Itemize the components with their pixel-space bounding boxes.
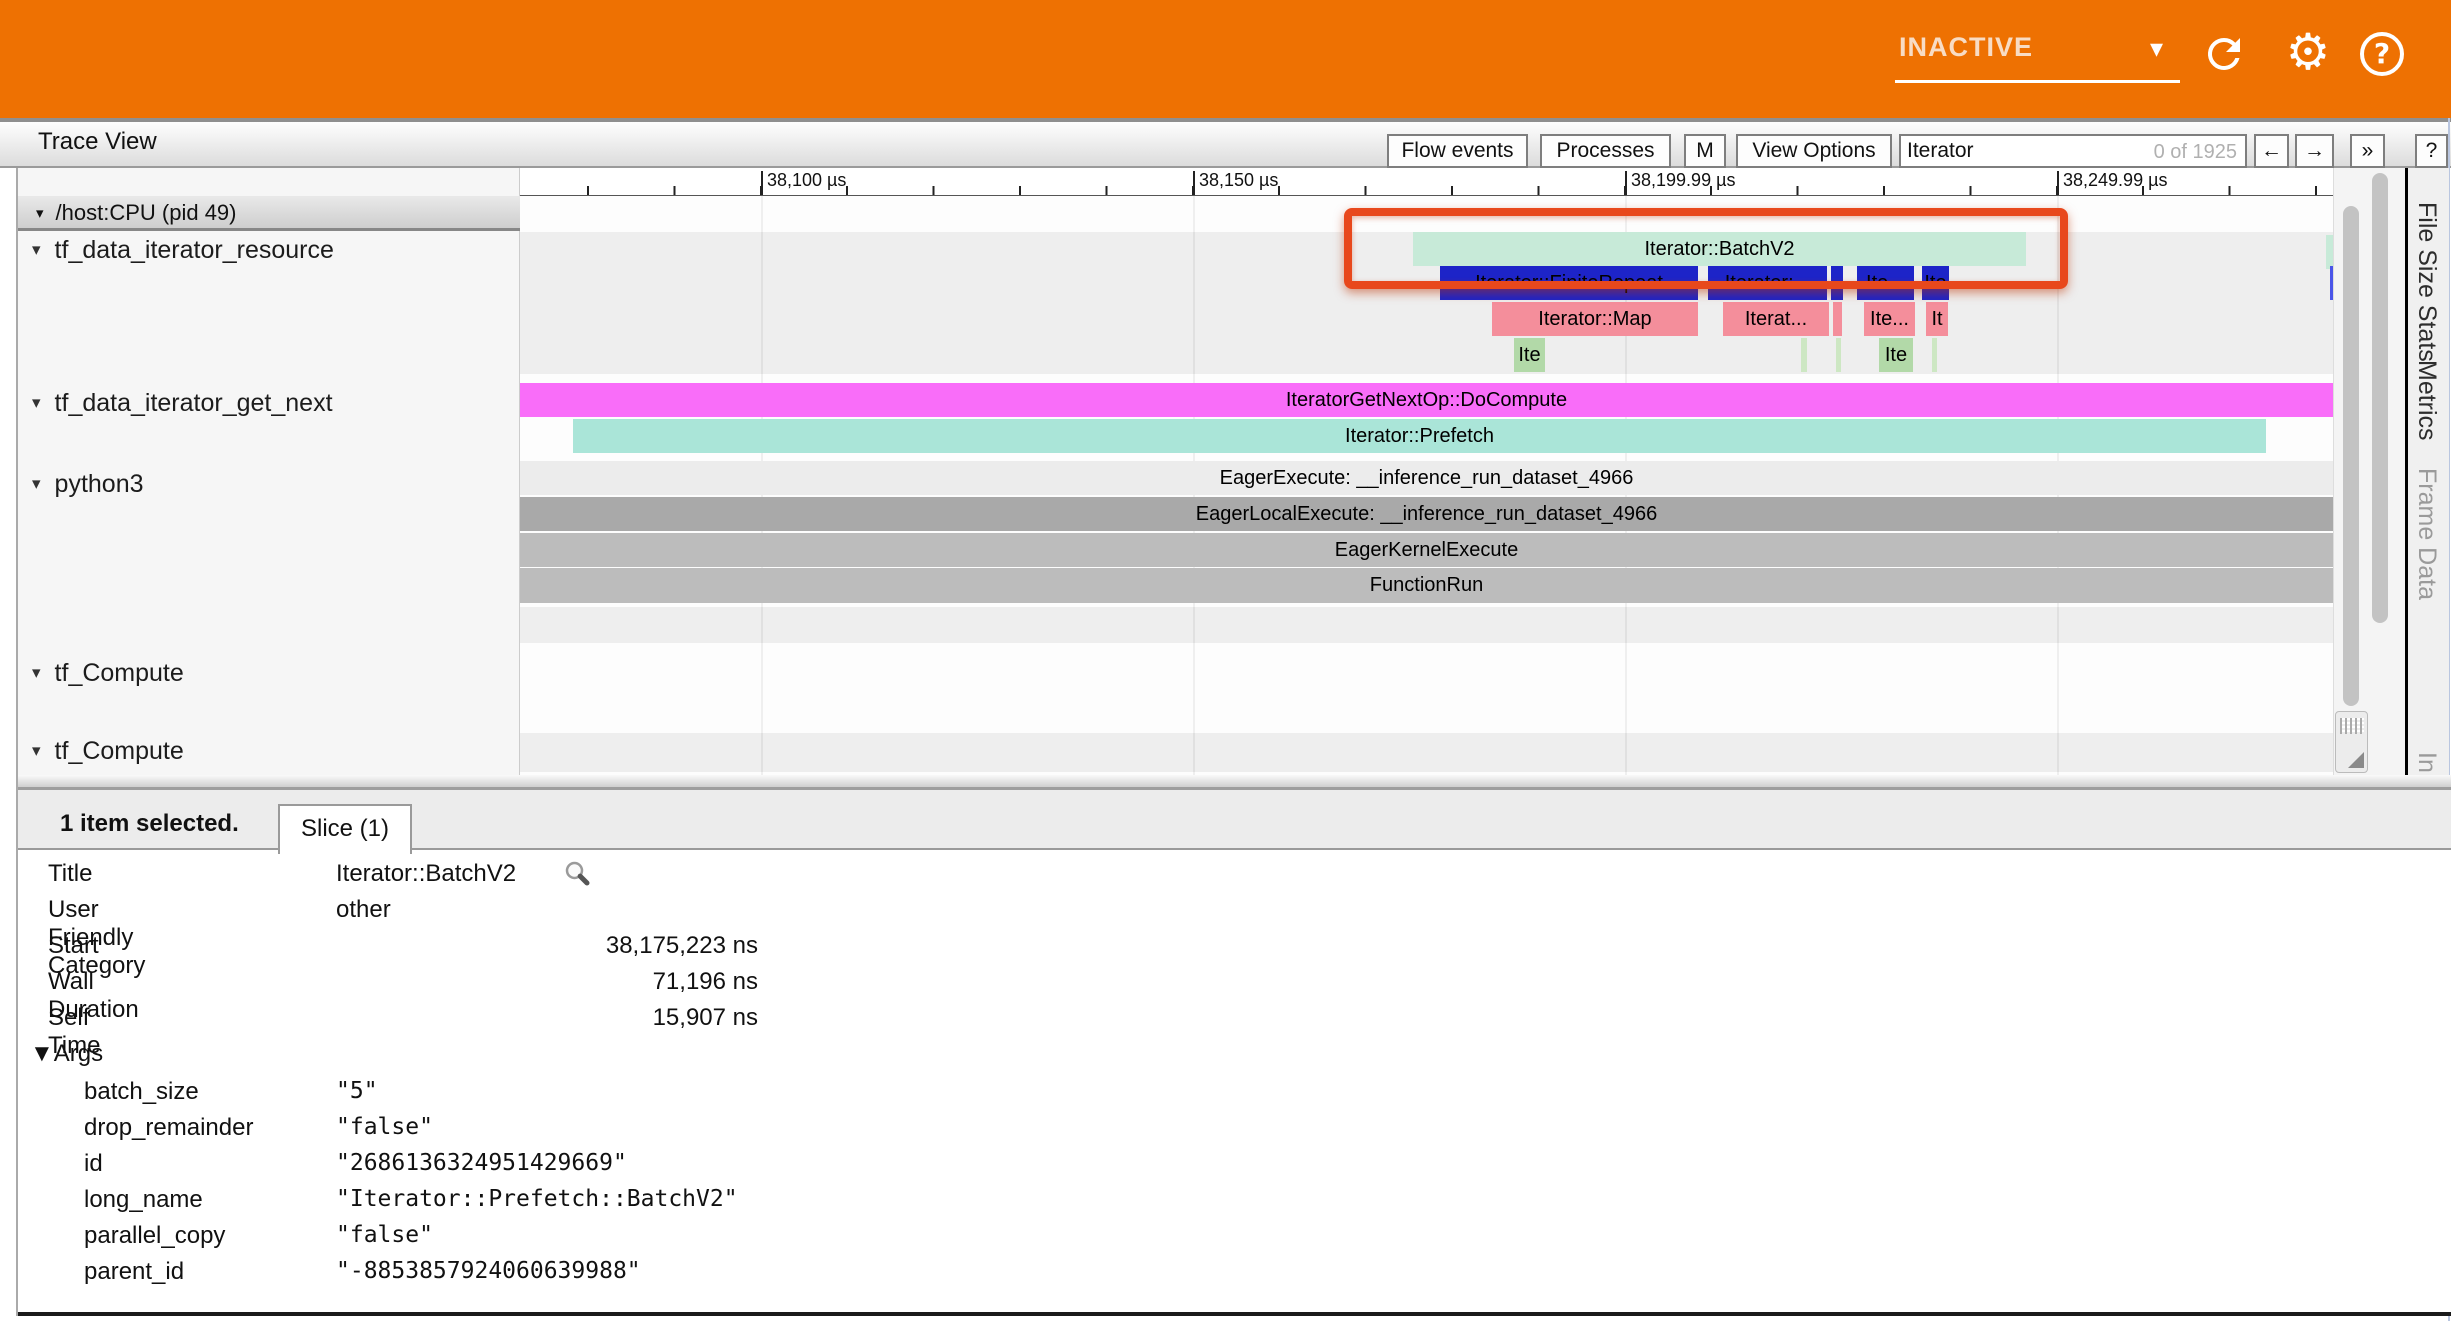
chevron-down-icon: ▾ [32, 741, 41, 761]
event-functionrun[interactable]: FunctionRun [520, 568, 2333, 603]
sidebar-item-track-resource[interactable]: ▾tf_data_iterator_resource [32, 236, 334, 265]
magnifier-icon[interactable] [562, 858, 592, 895]
chevron-down-icon: ▾ [32, 240, 41, 260]
view-options-button[interactable]: View Options [1736, 134, 1892, 168]
event-getnext-docompute[interactable]: IteratorGetNextOp::DoCompute [520, 383, 2333, 417]
event-sliver[interactable] [2326, 235, 2333, 269]
major-tick [1625, 171, 1627, 195]
tab-frame-data[interactable]: Frame Data [2412, 468, 2441, 600]
chevron-down-icon: ▾ [32, 393, 41, 413]
page-title: Trace View [38, 128, 157, 156]
event-prefetch[interactable]: Iterator::Prefetch [573, 419, 2266, 453]
top-app-bar: INACTIVE ▾ ⚙ ? [0, 0, 2451, 118]
track-name-panel: ▾tf_data_iterator_resource ▾tf_data_iter… [18, 168, 520, 775]
chevron-down-icon: ▾ [2150, 34, 2163, 64]
ruler-label: 38,249.99 µs [2063, 170, 2167, 191]
args-toggle[interactable]: ▼Args [30, 1040, 103, 1068]
track-bg-row [520, 733, 2333, 772]
event-green-ite[interactable]: Ite [1514, 338, 1545, 372]
selection-summary: 1 item selected. [60, 810, 239, 838]
tab-metrics[interactable]: Metrics [2412, 360, 2441, 441]
event-eagerlocalexecute[interactable]: EagerLocalExecute: __inference_run_datas… [520, 497, 2333, 531]
search-input[interactable]: Iterator 0 of 1925 [1899, 134, 2247, 168]
time-ruler[interactable]: 38,100 µs 38,150 µs 38,199.99 µs 38,249.… [520, 168, 2333, 196]
dropdown-underline [1895, 80, 2180, 83]
event-eagerexecute[interactable]: EagerExecute: __inference_run_dataset_49… [520, 461, 2333, 495]
sidebar-item-track-python3[interactable]: ▾python3 [32, 470, 144, 499]
event-eagerkernelexecute[interactable]: EagerKernelExecute [520, 533, 2333, 567]
scrollbar-gutter [2333, 168, 2405, 775]
outer-vertical-scrollbar[interactable] [2372, 173, 2388, 623]
grip-triangle-icon [2348, 752, 2364, 768]
tab-slice[interactable]: Slice (1) [278, 804, 412, 854]
capture-status-dropdown[interactable]: INACTIVE ▾ [1895, 24, 2180, 84]
vertical-scrollbar[interactable] [2343, 206, 2359, 706]
right-tab-sidebar: File Size Stats Metrics Frame Data In [2408, 168, 2449, 775]
details-panel: 1 item selected. Slice (1) Title Iterato… [18, 790, 2451, 1314]
event-green-thin[interactable] [1932, 338, 1937, 372]
trace-viewer-app: INACTIVE ▾ ⚙ ? Trace View Flow events Pr… [0, 0, 2451, 1321]
event-green-ite2[interactable]: Ite [1879, 338, 1913, 372]
sidebar-item-track-tfcompute1[interactable]: ▾tf_Compute [32, 659, 184, 688]
event-green-thin[interactable] [1801, 338, 1807, 372]
ruler-label: 38,100 µs [767, 170, 846, 191]
gear-icon[interactable]: ⚙ [2282, 24, 2334, 80]
processes-button[interactable]: Processes [1540, 134, 1671, 168]
event-pink-ite[interactable]: Ite... [1864, 302, 1915, 336]
chevron-down-icon: ▾ [32, 474, 41, 494]
resize-grip[interactable] [2335, 711, 2368, 773]
major-tick [2057, 171, 2059, 195]
event-pink-it[interactable]: It [1926, 302, 1948, 336]
metadata-button[interactable]: M [1684, 134, 1726, 168]
major-tick [1193, 171, 1195, 195]
flow-events-button[interactable]: Flow events [1387, 134, 1528, 168]
toolbar-help-button[interactable]: ? [2415, 134, 2448, 168]
event-pink-small[interactable] [1833, 302, 1842, 336]
chevron-down-icon: ▾ [36, 204, 44, 222]
process-name: ▾/host:CPU (pid 49) [36, 200, 237, 226]
refresh-icon[interactable] [2200, 30, 2248, 78]
status-label: INACTIVE [1899, 32, 2033, 63]
event-green-thin[interactable] [1836, 338, 1841, 372]
track-bg-row [520, 607, 2333, 643]
tab-file-size-stats[interactable]: File Size Stats [2412, 202, 2441, 362]
ruler-label: 38,150 µs [1199, 170, 1278, 191]
search-value: Iterator [1907, 139, 1974, 163]
tab-input-truncated[interactable]: In [2412, 752, 2441, 773]
search-result-count: 0 of 1925 [2154, 141, 2237, 164]
grip-dots-icon [2340, 718, 2364, 734]
bottom-border [18, 1312, 2451, 1316]
chevron-down-icon: ▾ [32, 663, 41, 683]
ruler-label: 38,199.99 µs [1631, 170, 1735, 191]
expand-button[interactable]: » [2350, 134, 2385, 168]
event-map[interactable]: Iterator::Map [1492, 302, 1698, 336]
find-next-button[interactable]: → [2295, 134, 2334, 168]
timeline-canvas[interactable]: Iterator::BatchV2 Iterator::FiniteRepeat… [520, 196, 2333, 775]
major-tick [761, 171, 763, 195]
horizontal-splitter[interactable] [18, 775, 2451, 790]
help-icon[interactable]: ? [2360, 32, 2404, 76]
find-prev-button[interactable]: ← [2254, 134, 2289, 168]
selection-highlight-box [1344, 208, 2068, 289]
sidebar-item-track-getnext[interactable]: ▾tf_data_iterator_get_next [32, 389, 333, 418]
sidebar-item-track-tfcompute2[interactable]: ▾tf_Compute [32, 737, 184, 766]
event-pink-iterat[interactable]: Iterat... [1723, 302, 1829, 336]
